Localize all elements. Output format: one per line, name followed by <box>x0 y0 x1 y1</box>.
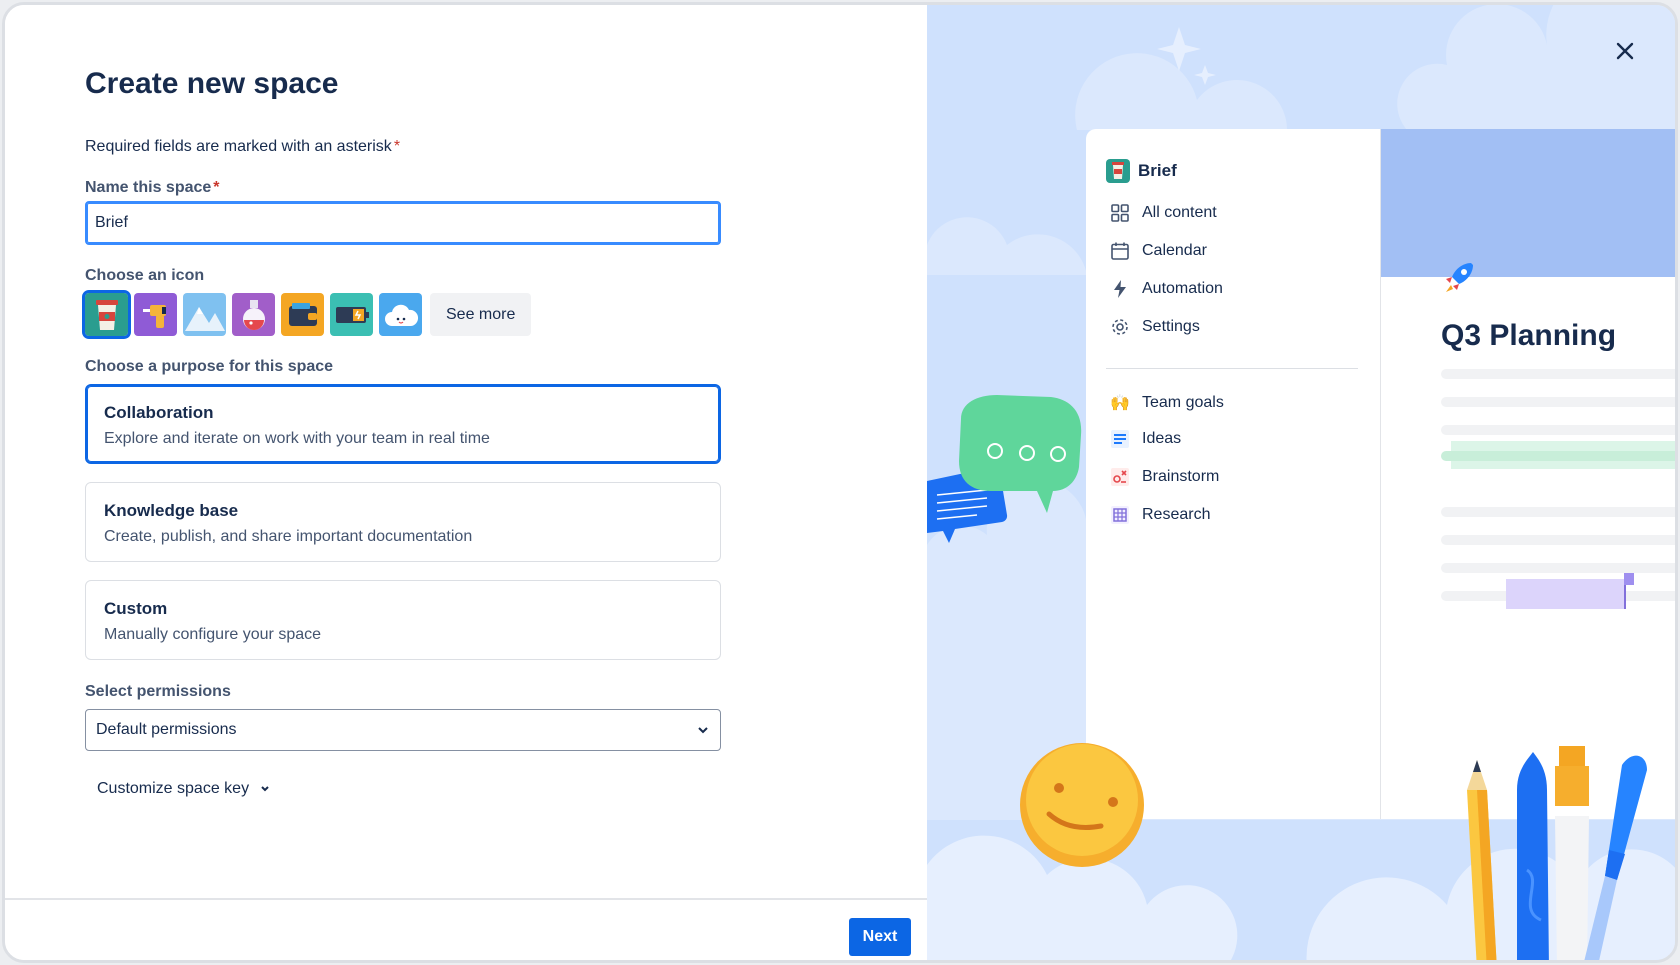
calendar-icon <box>1111 242 1129 260</box>
purpose-title: Collaboration <box>104 403 214 422</box>
chevron-down-icon <box>698 727 708 734</box>
lightning-icon <box>1114 280 1126 298</box>
purpose-description: Explore and iterate on work with your te… <box>104 430 490 447</box>
placeholder-text-line <box>1441 563 1675 573</box>
battery-icon <box>335 306 369 323</box>
wallet-icon <box>288 302 317 326</box>
highlight-block <box>1506 579 1626 609</box>
preview-page-ideas: Ideas <box>1110 429 1181 449</box>
chat-bubbles-illustration <box>927 395 1082 543</box>
whiteboard-shapes-icon <box>1111 468 1129 486</box>
customize-space-key-toggle[interactable]: Customize space key <box>97 780 271 798</box>
purpose-option-custom[interactable]: Custom Manually configure your space <box>85 580 721 660</box>
preview-space-name: Brief <box>1138 161 1177 180</box>
raised-hands-icon: 🙌 <box>1110 395 1130 412</box>
chevron-down-icon <box>261 786 269 792</box>
icon-option-drill[interactable] <box>134 293 177 336</box>
preview-page-header-banner <box>1381 129 1675 277</box>
preview-nav-all-content: All content <box>1110 203 1217 223</box>
placeholder-text-line <box>1441 397 1675 407</box>
create-space-modal: Create new space Required fields are mar… <box>2 2 1678 963</box>
modal-title: Create new space <box>85 67 339 100</box>
purpose-title: Knowledge base <box>104 501 239 520</box>
mountains-icon <box>184 306 225 331</box>
icon-option-battery[interactable] <box>330 293 373 336</box>
space-preview-card: Brief All content Calendar Automation Se… <box>1086 129 1675 819</box>
next-button[interactable]: Next <box>849 918 911 956</box>
permissions-label: Select permissions <box>85 683 231 700</box>
placeholder-text-line <box>1441 425 1675 435</box>
placeholder-text-line <box>1441 369 1675 379</box>
preview-nav-divider <box>1106 368 1358 369</box>
table-icon <box>1111 506 1129 524</box>
pencils-markers-illustration <box>1467 746 1647 960</box>
icon-picker: See more <box>82 290 532 339</box>
document-lines-icon <box>1111 430 1129 448</box>
preview-space-header: Brief <box>1106 159 1177 183</box>
preview-page-research: Research <box>1110 505 1210 525</box>
rocket-icon <box>1446 263 1473 292</box>
permissions-select[interactable]: Default permissions <box>85 709 721 751</box>
preview-nav-automation: Automation <box>1110 279 1223 299</box>
space-name-input[interactable] <box>85 201 721 245</box>
icon-option-coffee[interactable] <box>82 290 131 339</box>
icon-option-cloud[interactable] <box>379 293 422 336</box>
illustration-panel: Brief All content Calendar Automation Se… <box>927 5 1675 960</box>
permissions-value: Default permissions <box>96 721 237 738</box>
required-note: Required fields are marked with an aster… <box>85 138 401 155</box>
placeholder-text-line <box>1441 535 1675 545</box>
close-modal-button[interactable] <box>1613 39 1637 63</box>
form-panel: Create new space Required fields are mar… <box>5 5 927 960</box>
coffee-cup-icon <box>95 299 118 330</box>
close-icon <box>1616 42 1634 60</box>
customize-space-key-label: Customize space key <box>97 780 250 797</box>
gear-icon <box>1112 319 1128 335</box>
purpose-title: Custom <box>104 599 168 618</box>
preview-page-brainstorm: Brainstorm <box>1110 467 1219 487</box>
footer-divider <box>5 898 927 900</box>
see-more-icons-button[interactable]: See more <box>430 293 532 336</box>
smiley-face-illustration <box>1020 743 1144 867</box>
preview-page-team-goals: 🙌 Team goals <box>1110 394 1224 412</box>
purpose-description: Manually configure your space <box>104 626 322 643</box>
icon-label: Choose an icon <box>85 267 205 284</box>
purpose-option-collaboration[interactable]: Collaboration Explore and iterate on wor… <box>85 384 721 464</box>
preview-sidebar: Brief All content Calendar Automation Se… <box>1086 129 1381 819</box>
placeholder-text-line <box>1441 451 1675 461</box>
potion-icon <box>242 299 265 330</box>
purpose-description: Create, publish, and share important doc… <box>104 528 473 545</box>
cursor-flag <box>1624 573 1634 585</box>
icon-option-mountains[interactable] <box>183 293 226 336</box>
coffee-cup-icon <box>1106 159 1130 183</box>
cloud-icon <box>384 304 418 326</box>
preview-page-title: Q3 Planning <box>1441 319 1617 352</box>
preview-nav-settings: Settings <box>1110 317 1200 337</box>
purpose-label: Choose a purpose for this space <box>85 358 334 375</box>
preview-page-content: Q3 Planning <box>1381 129 1675 819</box>
icon-option-potion[interactable] <box>232 293 275 336</box>
name-label: Name this space * <box>85 179 220 196</box>
purpose-option-knowledge-base[interactable]: Knowledge base Create, publish, and shar… <box>85 482 721 562</box>
grid-icon <box>1111 204 1129 222</box>
preview-nav-calendar: Calendar <box>1110 241 1207 261</box>
icon-option-wallet[interactable] <box>281 293 324 336</box>
placeholder-text-line <box>1441 507 1675 517</box>
drill-icon <box>142 304 166 328</box>
